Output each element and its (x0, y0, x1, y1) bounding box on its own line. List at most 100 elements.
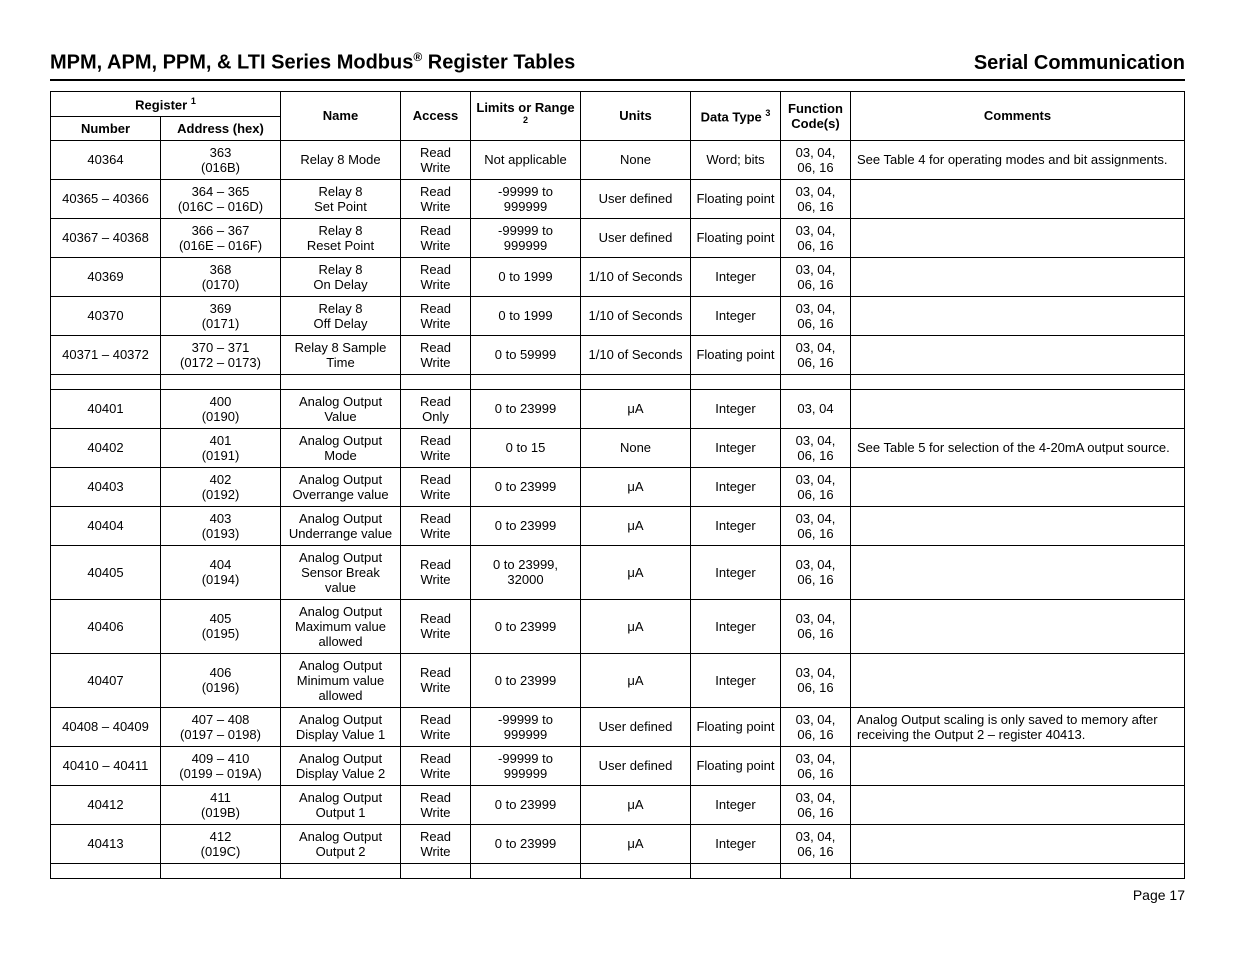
cell-function-code: 03, 04,06, 16 (781, 335, 851, 374)
cell-comments (851, 335, 1185, 374)
cell-comments (851, 785, 1185, 824)
cell-name: Analog OutputOverrange value (281, 467, 401, 506)
cell-units: μA (581, 389, 691, 428)
cell-function-code: 03, 04,06, 16 (781, 467, 851, 506)
col-register: Register 1 (51, 91, 281, 116)
cell-access: Read Write (401, 785, 471, 824)
cell-limits: -99999 to 999999 (471, 179, 581, 218)
col-comments: Comments (851, 91, 1185, 140)
cell-data-type: Integer (691, 824, 781, 863)
table-row: 40369368(0170)Relay 8On DelayRead Write0… (51, 257, 1185, 296)
cell-number: 40408 – 40409 (51, 707, 161, 746)
cell-access: Read Write (401, 140, 471, 179)
cell-limits: 0 to 23999, 32000 (471, 545, 581, 599)
table-body: 40364363(016B)Relay 8 ModeRead WriteNot … (51, 140, 1185, 878)
cell-access: Read Write (401, 545, 471, 599)
table-row: 40412411(019B)Analog OutputOutput 1Read … (51, 785, 1185, 824)
cell-comments: See Table 4 for operating modes and bit … (851, 140, 1185, 179)
cell-limits: 0 to 23999 (471, 653, 581, 707)
cell-number: 40371 – 40372 (51, 335, 161, 374)
spacer-cell (781, 863, 851, 878)
spacer-cell (51, 374, 161, 389)
cell-name: Relay 8On Delay (281, 257, 401, 296)
document-page: MPM, APM, PPM, & LTI Series Modbus® Regi… (0, 0, 1235, 933)
page-header: MPM, APM, PPM, & LTI Series Modbus® Regi… (50, 50, 1185, 81)
cell-units: 1/10 of Seconds (581, 296, 691, 335)
cell-units: μA (581, 467, 691, 506)
cell-address: 406(0196) (161, 653, 281, 707)
cell-limits: 0 to 23999 (471, 824, 581, 863)
cell-access: Read Write (401, 218, 471, 257)
cell-number: 40370 (51, 296, 161, 335)
cell-number: 40369 (51, 257, 161, 296)
cell-address: 369(0171) (161, 296, 281, 335)
cell-units: μA (581, 599, 691, 653)
cell-address: 363(016B) (161, 140, 281, 179)
spacer-cell (851, 374, 1185, 389)
cell-address: 364 – 365(016C – 016D) (161, 179, 281, 218)
cell-data-type: Integer (691, 257, 781, 296)
cell-limits: -99999 to 999999 (471, 218, 581, 257)
col-name: Name (281, 91, 401, 140)
cell-address: 400(0190) (161, 389, 281, 428)
spacer-cell (161, 374, 281, 389)
cell-address: 368(0170) (161, 257, 281, 296)
cell-name: Relay 8Set Point (281, 179, 401, 218)
cell-address: 403(0193) (161, 506, 281, 545)
table-row: 40401400(0190)Analog OutputValueRead Onl… (51, 389, 1185, 428)
cell-comments (851, 599, 1185, 653)
cell-units: None (581, 140, 691, 179)
cell-data-type: Floating point (691, 746, 781, 785)
cell-units: 1/10 of Seconds (581, 257, 691, 296)
cell-data-type: Integer (691, 506, 781, 545)
page-number: Page 17 (50, 887, 1185, 903)
cell-data-type: Integer (691, 389, 781, 428)
cell-address: 412(019C) (161, 824, 281, 863)
cell-units: μA (581, 653, 691, 707)
cell-function-code: 03, 04,06, 16 (781, 140, 851, 179)
cell-units: None (581, 428, 691, 467)
page-title: MPM, APM, PPM, & LTI Series Modbus® Regi… (50, 50, 575, 75)
cell-name: Analog OutputDisplay Value 1 (281, 707, 401, 746)
cell-data-type: Integer (691, 296, 781, 335)
cell-access: Read Write (401, 653, 471, 707)
spacer-cell (691, 863, 781, 878)
table-row: 40365 – 40366364 – 365(016C – 016D)Relay… (51, 179, 1185, 218)
col-number: Number (51, 116, 161, 140)
cell-limits: -99999 to 999999 (471, 746, 581, 785)
cell-name: Relay 8Off Delay (281, 296, 401, 335)
cell-comments (851, 179, 1185, 218)
table-row: 40370369(0171)Relay 8Off DelayRead Write… (51, 296, 1185, 335)
table-row (51, 374, 1185, 389)
cell-access: Read Write (401, 746, 471, 785)
table-row (51, 863, 1185, 878)
cell-limits: 0 to 23999 (471, 785, 581, 824)
cell-access: Read Write (401, 467, 471, 506)
table-row: 40405404(0194)Analog OutputSensor Breakv… (51, 545, 1185, 599)
cell-data-type: Integer (691, 467, 781, 506)
cell-number: 40365 – 40366 (51, 179, 161, 218)
cell-address: 402(0192) (161, 467, 281, 506)
cell-units: 1/10 of Seconds (581, 335, 691, 374)
cell-data-type: Floating point (691, 218, 781, 257)
table-row: 40364363(016B)Relay 8 ModeRead WriteNot … (51, 140, 1185, 179)
cell-limits: -99999 to 999999 (471, 707, 581, 746)
cell-data-type: Integer (691, 785, 781, 824)
table-row: 40403402(0192)Analog OutputOverrange val… (51, 467, 1185, 506)
cell-limits: 0 to 23999 (471, 389, 581, 428)
cell-number: 40364 (51, 140, 161, 179)
table-row: 40408 – 40409407 – 408(0197 – 0198)Analo… (51, 707, 1185, 746)
cell-units: μA (581, 506, 691, 545)
cell-data-type: Floating point (691, 179, 781, 218)
cell-function-code: 03, 04,06, 16 (781, 653, 851, 707)
cell-name: Analog OutputMinimum valueallowed (281, 653, 401, 707)
table-row: 40406405(0195)Analog OutputMaximum value… (51, 599, 1185, 653)
cell-units: User defined (581, 218, 691, 257)
spacer-cell (581, 863, 691, 878)
table-row: 40404403(0193)Analog OutputUnderrange va… (51, 506, 1185, 545)
cell-address: 370 – 371(0172 – 0173) (161, 335, 281, 374)
cell-comments (851, 545, 1185, 599)
cell-number: 40403 (51, 467, 161, 506)
cell-number: 40404 (51, 506, 161, 545)
cell-units: μA (581, 824, 691, 863)
